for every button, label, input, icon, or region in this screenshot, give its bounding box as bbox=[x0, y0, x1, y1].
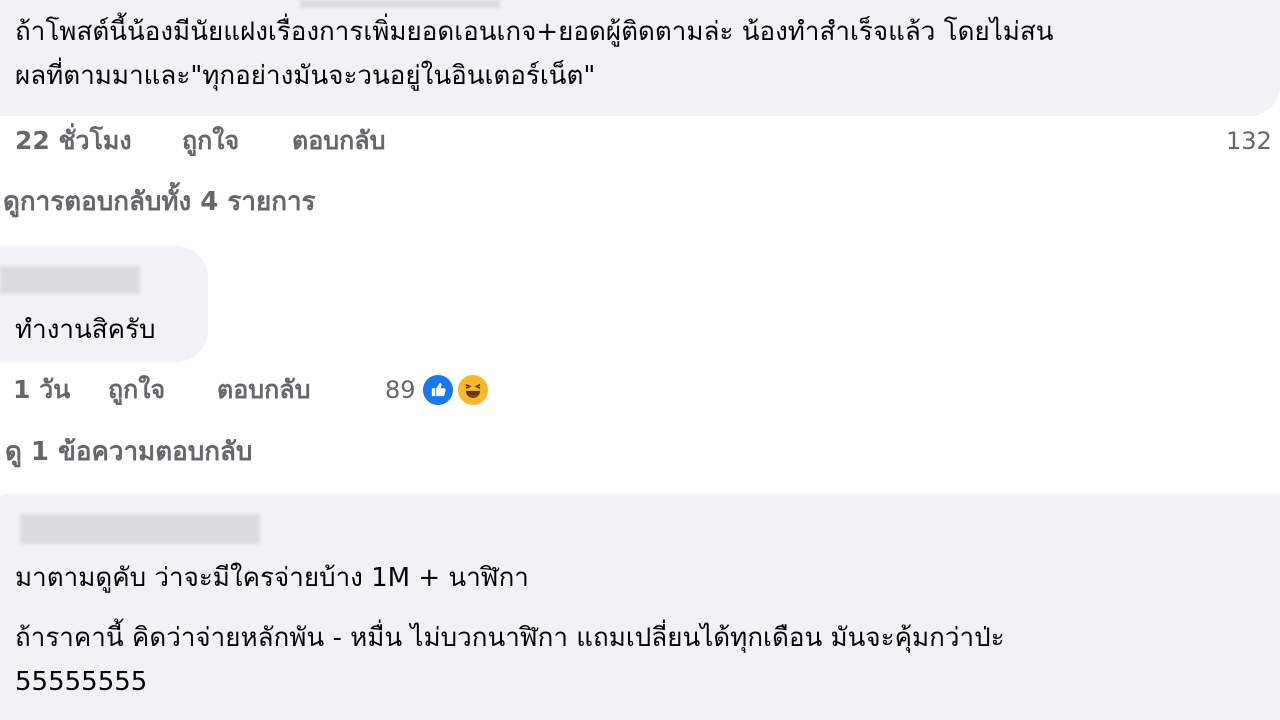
view-replies-link[interactable]: ดูการตอบกลับทั้ง 4 รายการ bbox=[3, 184, 316, 220]
comment-text: ผลที่ตามมาและ"ทุกอย่างมันจะวนอยู่ในอินเต… bbox=[15, 61, 596, 91]
reaction-count[interactable]: 132 bbox=[1226, 124, 1272, 158]
like-icon bbox=[421, 373, 455, 407]
comment-thread: ถ้าโพสต์นี้น้องมีนัยแฝงเรื่องการเพิ่มยอด… bbox=[0, 0, 1280, 720]
commenter-name-blurred bbox=[300, 0, 500, 8]
comment-timestamp[interactable]: 1 วัน bbox=[13, 373, 70, 407]
commenter-name-blurred bbox=[20, 514, 260, 544]
comment-text: 55555555 bbox=[15, 667, 148, 697]
like-button[interactable]: ถูกใจ bbox=[182, 124, 239, 158]
comment-timestamp[interactable]: 22 ชั่วโมง bbox=[15, 124, 132, 158]
like-button[interactable]: ถูกใจ bbox=[108, 373, 165, 407]
reply-button[interactable]: ตอบกลับ bbox=[217, 373, 310, 407]
comment-text: ถ้าโพสต์นี้น้องมีนัยแฝงเรื่องการเพิ่มยอด… bbox=[15, 17, 1054, 47]
reply-button[interactable]: ตอบกลับ bbox=[292, 124, 385, 158]
reaction-count[interactable]: 89 bbox=[385, 373, 416, 407]
view-replies-link[interactable]: ดู 1 ข้อความตอบกลับ bbox=[5, 434, 252, 470]
comment-text: ถ้าราคานี้ คิดว่าจ่ายหลักพัน - หมื่น ไม่… bbox=[15, 623, 1005, 653]
comment-text: ทำงานสิครับ bbox=[15, 315, 156, 345]
commenter-name-blurred bbox=[0, 266, 140, 294]
haha-icon bbox=[456, 373, 490, 407]
comment-text: มาตามดูคับ ว่าจะมีใครจ่ายบ้าง 1M + นาฬิก… bbox=[15, 563, 529, 593]
